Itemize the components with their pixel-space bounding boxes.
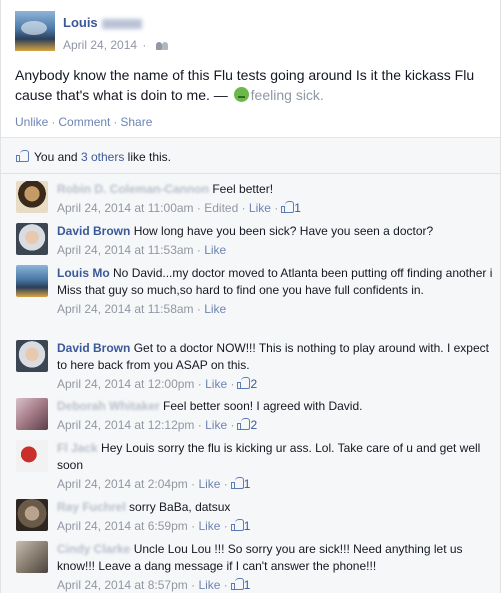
comment-meta: April 24, 2014 at 8:57pm · Like · 1 [57,578,251,592]
like-count[interactable]: 1 [244,578,251,592]
likes-prefix: You and [34,150,78,164]
commenter-name[interactable]: Deborah Whitaker [57,399,160,413]
like-link[interactable]: Like [198,578,220,592]
blurred-surname [101,18,142,29]
commenter-avatar[interactable] [16,398,48,430]
commenter-avatar[interactable] [16,541,48,573]
like-link[interactable]: Like [205,377,227,391]
comment-time[interactable]: April 24, 2014 at 8:57pm [57,578,188,592]
comment-text: Hey Louis sorry the flu is kicking ur as… [57,441,481,472]
commenter-name[interactable]: Cindy Clarke [57,542,130,556]
comment-link[interactable]: Comment [58,115,110,129]
post-actions: Unlike · Comment · Share [15,115,153,129]
comment-text: No David...my doctor moved to Atlanta be… [113,266,493,280]
like-count[interactable]: 1 [294,201,301,215]
thumbs-up-icon [230,519,244,531]
post-text: Anybody know the name of this Flu tests … [15,65,489,105]
commenter-name[interactable]: Ray Fuchrel [57,500,126,514]
like-link[interactable]: Like [204,243,226,257]
post-meta: April 24, 2014 · [63,38,168,52]
comment-time[interactable]: April 24, 2014 at 11:53am [57,243,194,257]
comment-time[interactable]: April 24, 2014 at 11:00am [57,201,194,215]
commenter-avatar[interactable] [16,265,48,297]
like-link[interactable]: Like [249,201,271,215]
comment-time[interactable]: April 24, 2014 at 6:59pm [57,519,188,533]
post-card: Louis April 24, 2014 · Anybody know the … [0,0,501,593]
commenter-avatar[interactable] [16,223,48,255]
thumbs-up-icon [230,578,244,590]
commenter-avatar[interactable] [16,499,48,531]
like-link[interactable]: Like [205,418,227,432]
like-count[interactable]: 2 [250,418,257,432]
thumbs-up-icon [230,477,244,489]
comment-meta: April 24, 2014 at 6:59pm · Like · 1 [57,519,251,533]
comment-meta: April 24, 2014 at 2:04pm · Like · 1 [57,477,251,491]
likes-others-link[interactable]: 3 others [81,150,124,164]
commenter-name[interactable]: Louis Mo [57,266,110,280]
likes-summary: You and 3 others like this. [1,138,500,174]
like-link[interactable]: Like [198,477,220,491]
comment-text-line2: Miss that guy so much,so hard to find on… [57,283,424,297]
commenter-name[interactable]: David Brown [57,341,130,355]
like-count[interactable]: 2 [250,377,257,391]
commenter-name[interactable]: Robin D. Coleman-Cannon [57,182,209,196]
comment-meta: April 24, 2014 at 11:00am · Edited · Lik… [57,201,301,215]
like-link[interactable]: Like [198,519,220,533]
like-count[interactable]: 1 [244,477,251,491]
commenter-avatar[interactable] [16,181,48,213]
like-link[interactable]: Like [204,302,226,316]
comment-text: How long have you been sick? Have you se… [133,224,434,238]
edited-label[interactable]: Edited [204,201,238,215]
comment-meta: April 24, 2014 at 11:53am · Like [57,243,227,257]
comment-text: Feel better! [212,182,274,196]
friends-icon[interactable] [155,41,168,51]
author-name[interactable]: Louis [63,15,142,30]
commenter-name[interactable]: Fl Jack [57,441,98,455]
thumbs-up-icon [16,150,29,162]
comment-text: sorry BaBa, datsux [129,500,231,514]
likes-suffix: like this. [127,150,172,164]
thumbs-up-icon [237,418,251,430]
comment-time[interactable]: April 24, 2014 at 12:00pm [57,377,194,391]
comment-meta: April 24, 2014 at 11:58am · Like [57,302,227,316]
thumbs-up-icon [281,201,295,213]
post-date[interactable]: April 24, 2014 [63,38,137,52]
commenter-avatar[interactable] [16,340,48,372]
comment-time[interactable]: April 24, 2014 at 12:12pm [57,418,194,432]
comment-time[interactable]: April 24, 2014 at 2:04pm [57,477,188,491]
thumbs-up-icon [237,377,251,389]
commenter-name[interactable]: David Brown [57,224,130,238]
share-link[interactable]: Share [120,115,152,129]
commenter-avatar[interactable] [16,440,48,472]
comment-text: Feel better soon! I agreed with David. [163,399,363,413]
comment-meta: April 24, 2014 at 12:00pm · Like · 2 [57,377,258,391]
feeling-label[interactable]: feeling sick. [251,87,324,103]
author-first-name[interactable]: Louis [63,15,98,30]
likes-text: You and 3 others like this. [34,150,171,164]
comment-meta: April 24, 2014 at 12:12pm · Like · 2 [57,418,258,432]
comment-time[interactable]: April 24, 2014 at 11:58am [57,302,194,316]
sick-emoji-icon [233,87,249,102]
like-count[interactable]: 1 [244,519,251,533]
author-avatar[interactable] [15,11,55,51]
comments-section: You and 3 others like this. Robin D. Col… [1,137,500,593]
unlike-link[interactable]: Unlike [15,115,48,129]
